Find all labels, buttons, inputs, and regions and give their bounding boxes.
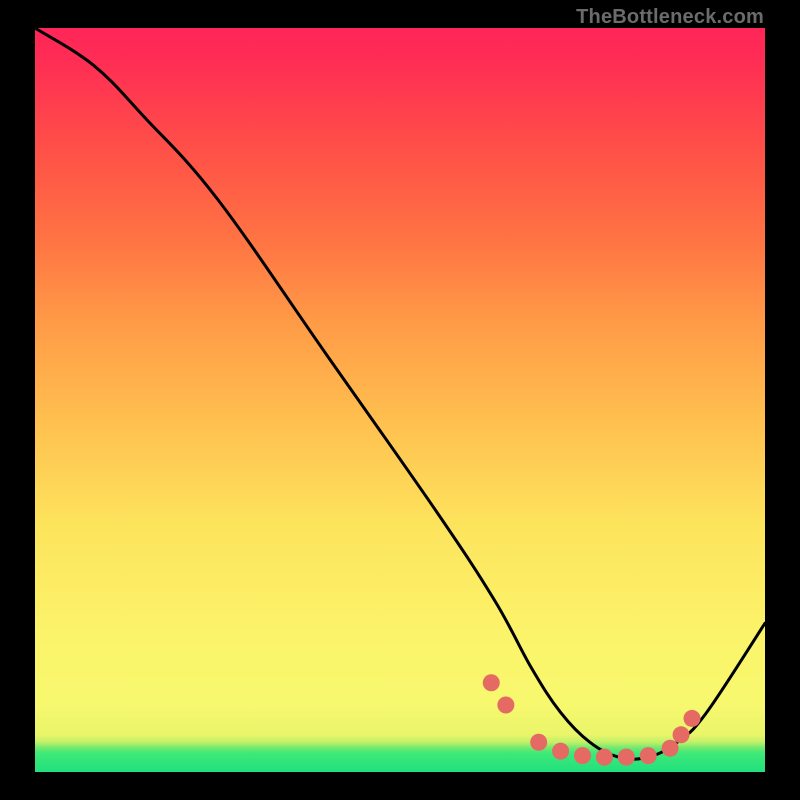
data-point-marker <box>618 749 635 766</box>
data-point-marker <box>640 747 657 764</box>
data-point-marker <box>684 710 701 727</box>
data-point-marker <box>596 749 613 766</box>
data-point-marker <box>530 734 547 751</box>
data-point-marker <box>574 747 591 764</box>
data-point-marker <box>497 697 514 714</box>
curve-layer <box>35 28 765 759</box>
plot-svg <box>35 28 765 772</box>
data-point-marker <box>483 674 500 691</box>
plot-area <box>35 28 765 772</box>
data-point-marker <box>662 740 679 757</box>
chart-frame: TheBottleneck.com <box>0 0 800 800</box>
data-point-marker <box>552 743 569 760</box>
data-point-marker <box>673 726 690 743</box>
marker-layer <box>483 674 701 765</box>
watermark-text: TheBottleneck.com <box>576 6 764 29</box>
bottleneck-curve <box>35 28 765 759</box>
